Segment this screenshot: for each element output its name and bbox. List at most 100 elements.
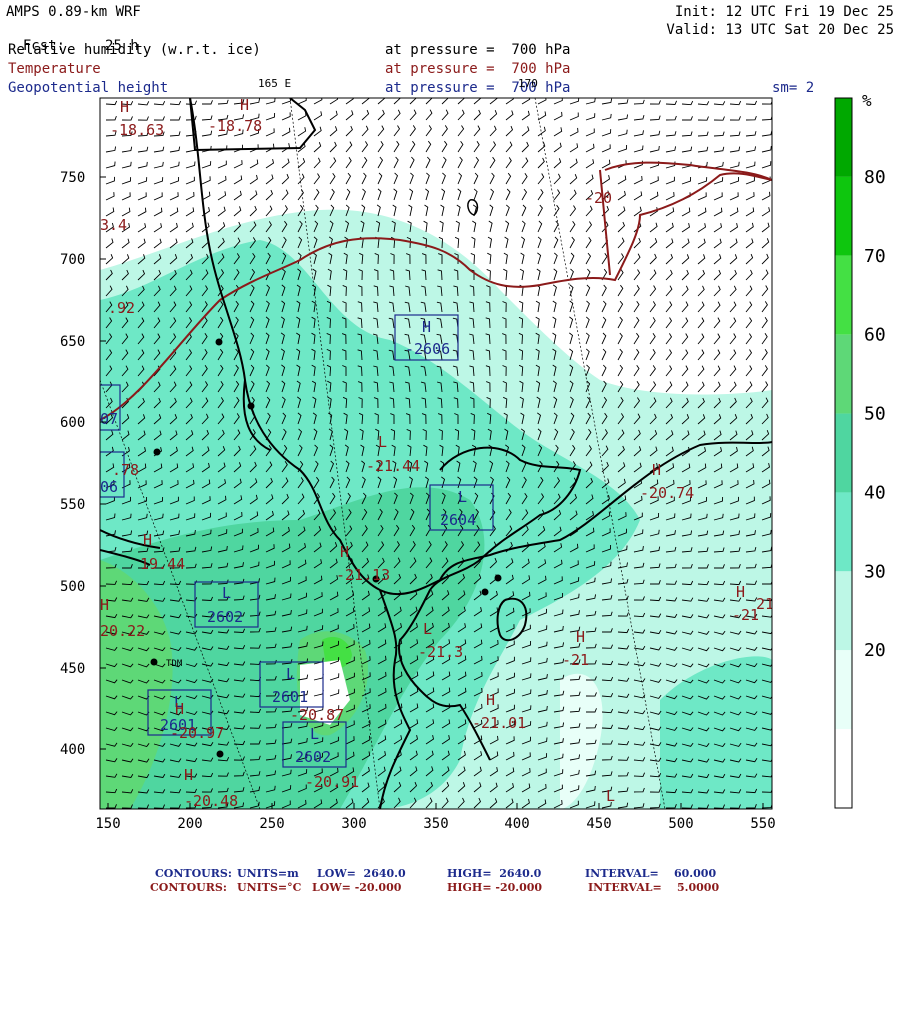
footer-height-low: LOW= 2640.0 xyxy=(317,867,406,880)
temp-letter: H xyxy=(240,96,249,114)
temp-value: -20.91 xyxy=(305,773,359,791)
x-tick-label: 300 xyxy=(341,816,366,832)
height-high-letter: H xyxy=(422,318,431,336)
colorbar-swatch xyxy=(835,255,852,335)
footer-height-high: HIGH= 2640.0 xyxy=(447,867,542,880)
temp-value: -20.97 xyxy=(170,724,224,742)
height-high-value: -2606 xyxy=(405,340,450,358)
temp-value: -21.13 xyxy=(336,566,390,584)
temp-value: .92 xyxy=(108,299,135,317)
colorbar-swatch xyxy=(835,729,852,808)
x-tick-label: 500 xyxy=(668,816,693,832)
height-partial-value: 07 xyxy=(100,410,118,428)
contour-footer: CONTOURS: UNITS=m LOW= 2640.0 HIGH= 2640… xyxy=(0,867,900,899)
footer-height-units: UNITS=m xyxy=(237,867,299,880)
footer-temp-interval: INTERVAL= 5.0000 xyxy=(588,881,720,894)
temp-letter: L xyxy=(606,787,615,805)
footer-temp-units: UNITS=°C xyxy=(237,881,302,894)
footer-height-interval: INTERVAL= 60.000 xyxy=(585,867,717,880)
temp-value: -21.44 xyxy=(366,457,420,475)
temp-letter: H xyxy=(184,766,193,784)
station-dot xyxy=(153,448,161,456)
map-plot: TDM H -2606 L 2604 L 2602 L 2601 L 2601 … xyxy=(60,91,886,832)
station-dot xyxy=(150,658,158,666)
colorbar-label: 60 xyxy=(864,325,886,346)
colorbar-swatch xyxy=(835,650,852,730)
colorbar-label: 30 xyxy=(864,561,886,582)
x-tick-label: 250 xyxy=(259,816,284,832)
y-tick-label: 400 xyxy=(60,742,85,758)
colorbar xyxy=(834,97,853,809)
height-low-value: 2604 xyxy=(440,511,476,529)
station-dot xyxy=(247,402,255,410)
temp-letter: L xyxy=(378,433,387,451)
temp-value: .78 xyxy=(112,461,139,479)
temp-value: 20.22 xyxy=(100,622,145,640)
colorbar-swatch xyxy=(835,98,852,177)
temp-letter: L xyxy=(423,620,432,638)
temp-value: -20 xyxy=(585,189,612,207)
temp-value: -18.63 xyxy=(110,121,164,139)
height-low-value: 2602 xyxy=(295,748,331,766)
y-tick-label: 650 xyxy=(60,334,85,350)
footer-height-label: CONTOURS: xyxy=(155,867,232,880)
temp-letter: H xyxy=(340,543,349,561)
y-tick-label: 550 xyxy=(60,497,85,513)
height-low-letter: L xyxy=(286,665,295,683)
station-dot xyxy=(494,574,502,582)
colorbar-unit: % xyxy=(862,91,872,110)
height-low-value: 2601 xyxy=(272,688,308,706)
temp-value: -21.01 xyxy=(472,714,526,732)
x-tick-label: 450 xyxy=(586,816,611,832)
height-low-letter: L xyxy=(222,584,231,602)
x-tick-label: 150 xyxy=(95,816,120,832)
temp-value: -20.87 xyxy=(290,706,344,724)
colorbar-label: 20 xyxy=(864,640,886,661)
height-low-letter: L xyxy=(310,725,319,743)
x-tick-label: 200 xyxy=(177,816,202,832)
temp-value: -20.74 xyxy=(640,484,694,502)
colorbar-labels: 80 70 60 50 40 30 20 xyxy=(864,167,886,661)
colorbar-swatch xyxy=(835,176,852,256)
y-tick-label: 500 xyxy=(60,579,85,595)
colorbar-swatch xyxy=(835,334,852,414)
y-tick-label: 600 xyxy=(60,415,85,431)
colorbar-label: 40 xyxy=(864,482,886,503)
temp-value: 21 xyxy=(756,595,774,613)
colorbar-label: 50 xyxy=(864,404,886,425)
y-axis: 750 700 650 600 550 500 450 400 xyxy=(60,170,106,758)
temp-value: -21.3 xyxy=(418,643,463,661)
temp-value: -18.78 xyxy=(208,117,262,135)
temp-value: 3.4 xyxy=(100,216,127,234)
station-dot xyxy=(215,338,223,346)
height-low-letter: L xyxy=(458,488,467,506)
temp-letter: H xyxy=(100,596,109,614)
temp-letter: H xyxy=(486,691,495,709)
station-dot xyxy=(481,588,489,596)
y-tick-label: 450 xyxy=(60,661,85,677)
colorbar-swatch xyxy=(835,413,852,493)
temp-letter: H xyxy=(143,531,152,549)
colorbar-label: 80 xyxy=(864,167,886,188)
x-tick-label: 400 xyxy=(504,816,529,832)
temp-letter: H xyxy=(120,98,129,116)
footer-temp-high: HIGH= -20.000 xyxy=(447,881,543,894)
temp-value: -20.48 xyxy=(184,792,238,810)
temp-letter: H xyxy=(175,700,184,718)
y-tick-label: 750 xyxy=(60,170,85,186)
x-tick-label: 350 xyxy=(423,816,448,832)
station-label: TDM xyxy=(166,659,183,669)
colorbar-swatch xyxy=(835,571,852,651)
height-partial-value: 06 xyxy=(100,478,118,496)
colorbar-label: 70 xyxy=(864,246,886,267)
x-tick-label: 550 xyxy=(750,816,775,832)
temp-letter: H xyxy=(736,583,745,601)
map-area: TDM H -2606 L 2604 L 2602 L 2601 L 2601 … xyxy=(100,96,774,810)
station-dot xyxy=(216,750,224,758)
y-tick-label: 700 xyxy=(60,252,85,268)
temp-value: 19.44 xyxy=(140,555,185,573)
colorbar-swatch xyxy=(835,492,852,572)
temp-letter: H xyxy=(652,461,661,479)
temp-value: -21 xyxy=(562,651,589,669)
footer-temp-low: LOW= -20.000 xyxy=(312,881,402,894)
